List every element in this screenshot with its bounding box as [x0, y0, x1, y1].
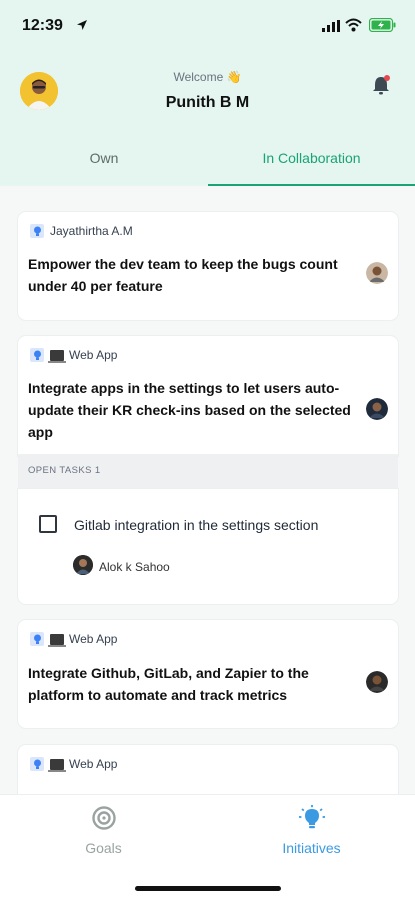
laptop-icon: [48, 349, 66, 363]
task-title: Gitlab integration in the settings secti…: [74, 517, 319, 533]
lightbulb-icon: [30, 757, 44, 771]
welcome-text: Welcome 👋: [173, 70, 242, 84]
collaborator-avatar: [366, 262, 388, 284]
tab-own[interactable]: Own: [0, 150, 208, 166]
task-checkbox[interactable]: [39, 515, 57, 533]
card-category: Web App: [69, 348, 118, 362]
header: 12:39 Welcome 👋 Punith B M Own In Collab…: [0, 0, 415, 186]
home-indicator[interactable]: [135, 886, 281, 891]
target-icon: [91, 806, 116, 830]
card-category: Web App: [69, 757, 118, 771]
assignee-name: Alok k Sahoo: [99, 560, 170, 574]
active-tab-indicator: [208, 184, 415, 186]
open-tasks-header: OPEN TASKS 1: [18, 454, 398, 488]
card-meta: Web App: [30, 757, 118, 772]
initiative-card[interactable]: Web App Integrate Github, GitLab, and Za…: [18, 620, 398, 728]
wifi-icon: [345, 18, 362, 32]
lightbulb-icon: [30, 224, 44, 238]
location-arrow-icon: [77, 20, 87, 30]
nav-goals[interactable]: Goals: [0, 805, 207, 856]
lightbulb-icon: [30, 348, 44, 362]
status-time: 12:39: [22, 17, 63, 34]
card-category: Web App: [69, 632, 118, 646]
signal-icon: [322, 20, 340, 32]
initiative-card[interactable]: Web App Integrate apps in the settings t…: [18, 336, 398, 456]
laptop-icon: [48, 758, 66, 772]
tab-in-collaboration[interactable]: In Collaboration: [208, 150, 415, 166]
card-title: Integrate apps in the settings to let us…: [28, 380, 351, 440]
card-title: Integrate Github, GitLab, and Zapier to …: [28, 665, 309, 703]
bottom-navigation: Goals Initiatives: [0, 794, 415, 900]
card-meta: Web App: [30, 348, 118, 363]
initiative-card[interactable]: Jayathirtha A.M Empower the dev team to …: [18, 212, 398, 320]
status-bar: 12:39: [0, 0, 415, 54]
nav-initiatives[interactable]: Initiatives: [208, 805, 415, 856]
card-meta: Jayathirtha A.M: [30, 224, 133, 238]
nav-goals-label: Goals: [85, 840, 122, 856]
lightbulb-icon: [30, 632, 44, 646]
nav-initiatives-label: Initiatives: [282, 840, 341, 856]
laptop-icon: [48, 633, 66, 647]
open-tasks-label: OPEN TASKS 1: [28, 465, 101, 476]
lightbulb-icon: [298, 805, 325, 829]
assignee-avatar: [73, 555, 93, 575]
card-meta: Web App: [30, 632, 118, 647]
task-item[interactable]: Gitlab integration in the settings secti…: [18, 489, 398, 604]
notification-bell-icon[interactable]: [372, 74, 392, 96]
card-title: Empower the dev team to keep the bugs co…: [28, 256, 338, 294]
card-owner: Jayathirtha A.M: [50, 224, 133, 238]
battery-charging-icon: [369, 18, 396, 32]
collaborator-avatar: [366, 671, 388, 693]
user-name: Punith B M: [165, 94, 250, 111]
collaborator-avatar: [366, 398, 388, 420]
